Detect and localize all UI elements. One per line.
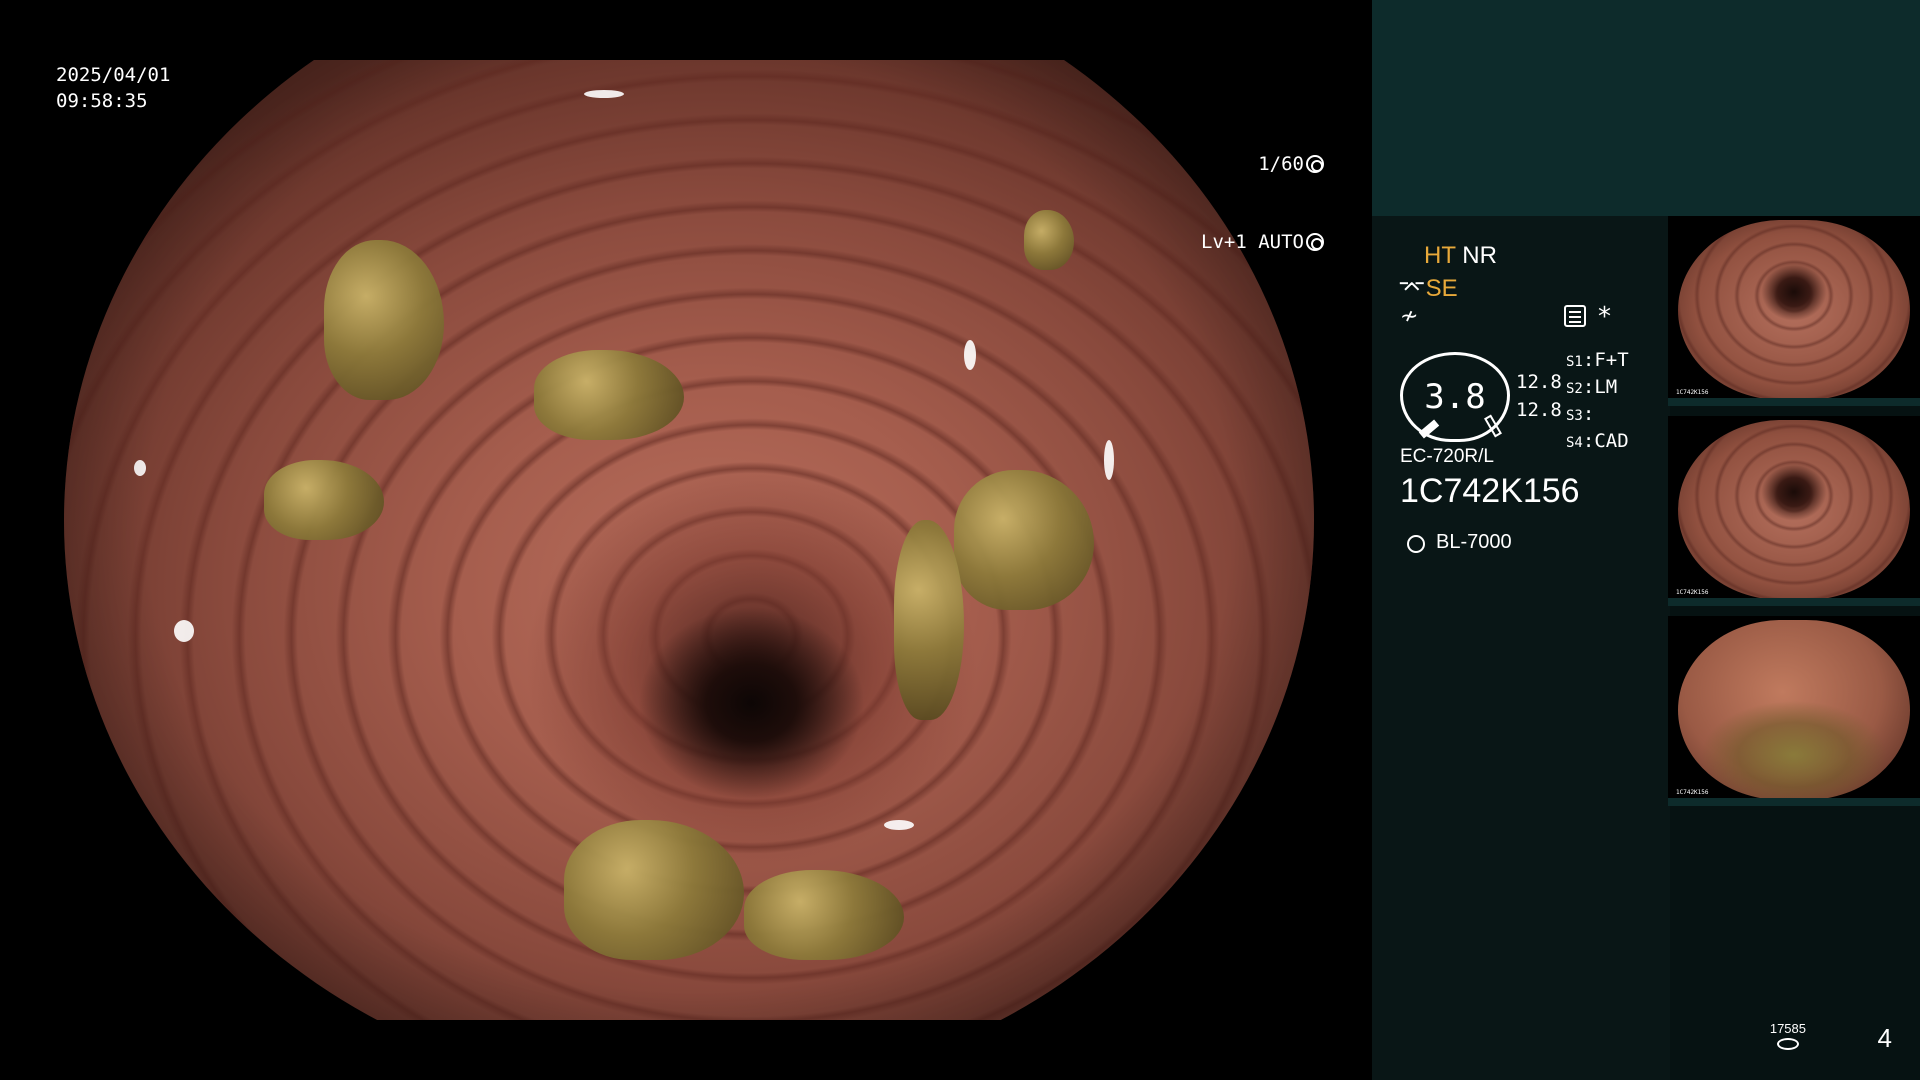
debris	[564, 820, 744, 960]
specular-highlight	[1104, 440, 1114, 480]
datetime-readout: 2025/04/01 09:58:35	[56, 62, 170, 114]
thumbnail-image	[1678, 220, 1910, 400]
specular-highlight	[584, 90, 624, 98]
specular-highlight	[174, 620, 194, 642]
nr-mode: NR	[1462, 242, 1497, 269]
thumbnail-image	[1678, 620, 1910, 800]
thumbnail-label: 1C742K156	[1676, 389, 1709, 396]
thumbnail-bar	[1668, 598, 1920, 606]
storage-disk-icon	[1776, 1038, 1799, 1050]
shutter-text: 1/60	[1258, 153, 1304, 175]
exposure-readout: 1/60 Lv+1 AUTO	[1201, 99, 1324, 307]
thumbnail-image	[1678, 420, 1910, 600]
time-text: 09:58:35	[56, 90, 148, 112]
thumbnail-bar	[1668, 798, 1920, 806]
light-source-text: BL-7000	[1436, 530, 1512, 553]
endoscope-main-view: 2025/04/01 09:58:35 1/60 Lv+1 AUTO	[0, 0, 1372, 1080]
thumbnail-bar	[1668, 398, 1920, 406]
debris	[264, 460, 384, 540]
panel-header	[1372, 0, 1920, 216]
info-side-panel: HT NR ⌤SE ≁ * 3.8 12.8 12.8 S1:F+T S2:LM…	[1372, 0, 1920, 1080]
switch-s4: S4:CAD	[1566, 430, 1629, 452]
capture-thumbnail-2[interactable]: 1C742K156	[1668, 416, 1920, 606]
debris	[954, 470, 1094, 610]
endoscopic-image	[64, 60, 1314, 1020]
debris	[744, 870, 904, 960]
zoom-gauge: 3.8	[1400, 352, 1510, 442]
settings-info: HT NR ⌤SE ≁ * 3.8 12.8 12.8 S1:F+T S2:LM…	[1372, 216, 1670, 1080]
aperture-icon	[1306, 155, 1324, 173]
level-text: Lv+1 AUTO	[1201, 231, 1304, 253]
sharpness-icon: ≁	[1400, 304, 1419, 329]
switch-s1: S1:F+T	[1566, 349, 1629, 371]
debris	[1024, 210, 1074, 270]
gauge-num2: 12.8	[1516, 399, 1562, 421]
gauge-marker-icon	[1484, 414, 1502, 438]
structure-enhance-icon: ⌤	[1398, 275, 1426, 302]
record-icon	[1564, 305, 1586, 327]
specular-highlight	[964, 340, 976, 370]
debris	[324, 240, 444, 400]
thumbnail-label: 1C742K156	[1676, 789, 1709, 796]
storage-counter: 17585	[1770, 1021, 1806, 1050]
date-text: 2025/04/01	[56, 64, 171, 86]
capture-thumbnail-3[interactable]: 1C742K156	[1668, 616, 1920, 806]
specular-highlight	[134, 460, 146, 476]
page-number: 4	[1877, 1023, 1892, 1053]
light-source: BL-7000	[1400, 528, 1512, 556]
storage-count: 17585	[1769, 1021, 1806, 1036]
debris	[894, 520, 964, 720]
mode-row-ht-nr: HT NR	[1424, 242, 1497, 270]
mode-row-se: ⌤SE	[1398, 274, 1458, 303]
thumbnail-label: 1C742K156	[1676, 589, 1709, 596]
se-mode: SE	[1425, 275, 1458, 302]
ht-mode: HT	[1424, 242, 1456, 269]
switch-s3: S3:	[1566, 403, 1595, 425]
light-source-icon	[1400, 528, 1428, 556]
asterisk-icon: *	[1598, 302, 1611, 332]
scope-serial: 1C742K156	[1400, 472, 1580, 510]
auto-iris-icon	[1306, 233, 1324, 251]
gauge-needle-icon	[1418, 419, 1440, 439]
gauge-values: 12.8 12.8	[1516, 368, 1562, 424]
debris	[534, 350, 684, 440]
gauge-num1: 12.8	[1516, 371, 1562, 393]
switch-s2: S2:LM	[1566, 376, 1618, 398]
capture-thumbnail-1[interactable]: 1C742K156	[1668, 216, 1920, 406]
gauge-value: 3.8	[1424, 377, 1486, 417]
scope-model: EC-720R/L	[1400, 446, 1494, 467]
specular-highlight	[884, 820, 914, 830]
switch-assignment-list: S1:F+T S2:LM S3: S4:CAD	[1566, 348, 1629, 456]
